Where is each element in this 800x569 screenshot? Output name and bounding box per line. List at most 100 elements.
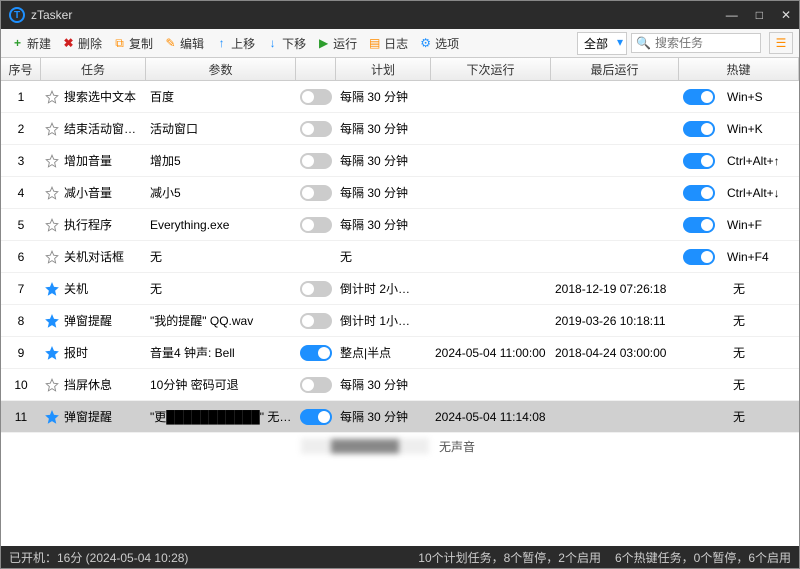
move-up-button[interactable]: ↑上移	[211, 33, 259, 54]
copy-icon: ⧉	[113, 37, 126, 50]
status-uptime: 已开机：16分 (2024-05-04 10:28)	[9, 549, 418, 566]
copy-button[interactable]: ⧉复制	[109, 33, 157, 54]
cell-hotkey: Win+F	[679, 217, 799, 233]
cell-index: 3	[1, 154, 41, 168]
cell-task: 关机	[41, 280, 146, 297]
filter-dropdown[interactable]: 全部	[577, 32, 627, 55]
run-button[interactable]: ▶运行	[313, 33, 361, 54]
new-button[interactable]: +新建	[7, 33, 55, 54]
table-row[interactable]: 7关机无倒计时 2小…2018-12-19 07:26:18无	[1, 273, 799, 305]
pencil-icon: ✎	[164, 37, 177, 50]
move-down-button[interactable]: ↓下移	[262, 33, 310, 54]
hotkey-toggle[interactable]	[683, 89, 715, 105]
star-icon[interactable]	[45, 154, 59, 168]
star-icon[interactable]	[45, 410, 59, 424]
cell-hotkey: Ctrl+Alt+↑	[679, 153, 799, 169]
minimize-button[interactable]: —	[726, 8, 738, 22]
search-icon: 🔍	[636, 36, 651, 50]
cell-index: 9	[1, 346, 41, 360]
search-input[interactable]	[655, 36, 756, 50]
cell-plan: 无	[336, 248, 431, 265]
star-icon[interactable]	[45, 186, 59, 200]
list-view-button[interactable]: ☰	[769, 32, 793, 54]
options-button[interactable]: ⚙选项	[415, 33, 463, 54]
cell-index: 5	[1, 218, 41, 232]
enable-toggle[interactable]	[300, 121, 332, 137]
cell-task: 弹窗提醒	[41, 312, 146, 329]
star-icon[interactable]	[45, 250, 59, 264]
log-icon: ▤	[368, 37, 381, 50]
detail-sound: 无声音	[439, 438, 475, 455]
table-row[interactable]: 4减小音量减小5每隔 30 分钟Ctrl+Alt+↓	[1, 177, 799, 209]
star-icon[interactable]	[45, 314, 59, 328]
cell-index: 8	[1, 314, 41, 328]
enable-toggle[interactable]	[300, 409, 332, 425]
cell-task: 增加音量	[41, 152, 146, 169]
enable-toggle[interactable]	[300, 153, 332, 169]
cell-index: 11	[1, 410, 41, 424]
enable-toggle[interactable]	[300, 313, 332, 329]
star-icon[interactable]	[45, 122, 59, 136]
star-icon[interactable]	[45, 346, 59, 360]
table-row[interactable]: 5执行程序Everything.exe每隔 30 分钟Win+F	[1, 209, 799, 241]
enable-toggle[interactable]	[300, 217, 332, 233]
enable-toggle[interactable]	[300, 345, 332, 361]
star-icon[interactable]	[45, 218, 59, 232]
log-button[interactable]: ▤日志	[364, 33, 412, 54]
cell-next: 2024-05-04 11:00:00	[431, 346, 551, 360]
header-last[interactable]: 最后运行	[551, 58, 679, 80]
hotkey-toggle[interactable]	[683, 217, 715, 233]
play-icon: ▶	[317, 37, 330, 50]
edit-button[interactable]: ✎编辑	[160, 33, 208, 54]
header-plan[interactable]: 计划	[336, 58, 431, 80]
enable-toggle[interactable]	[300, 89, 332, 105]
toolbar: +新建 ✖删除 ⧉复制 ✎编辑 ↑上移 ↓下移 ▶运行 ▤日志 ⚙选项 全部 🔍…	[1, 29, 799, 58]
cell-plan: 每隔 30 分钟	[336, 376, 431, 393]
table-row[interactable]: 1搜索选中文本百度每隔 30 分钟Win+S	[1, 81, 799, 113]
app-logo-icon: T	[9, 7, 25, 23]
header-task[interactable]: 任务	[41, 58, 146, 80]
hotkey-toggle[interactable]	[683, 249, 715, 265]
delete-button[interactable]: ✖删除	[58, 33, 106, 54]
cell-plan: 整点|半点	[336, 344, 431, 361]
cell-index: 2	[1, 122, 41, 136]
hotkey-toggle[interactable]	[683, 185, 715, 201]
table-row[interactable]: 10挡屏休息10分钟 密码可退每隔 30 分钟无	[1, 369, 799, 401]
table-row[interactable]: 9报时音量4 钟声: Bell整点|半点2024-05-04 11:00:002…	[1, 337, 799, 369]
cell-last: 2019-03-26 10:18:11	[551, 314, 679, 328]
enable-toggle[interactable]	[300, 281, 332, 297]
maximize-button[interactable]: □	[756, 8, 763, 22]
enable-toggle[interactable]	[300, 185, 332, 201]
close-button[interactable]: ✕	[781, 8, 791, 22]
header-toggle	[296, 58, 336, 80]
hotkey-toggle[interactable]	[683, 153, 715, 169]
table-row[interactable]: 2结束活动窗…活动窗口每隔 30 分钟Win+K	[1, 113, 799, 145]
table-row[interactable]: 8弹窗提醒"我的提醒" QQ.wav倒计时 1小…2019-03-26 10:1…	[1, 305, 799, 337]
search-box[interactable]: 🔍	[631, 33, 761, 53]
cell-hotkey: 无	[679, 344, 799, 361]
cell-param: 无	[146, 248, 296, 265]
header-next[interactable]: 下次运行	[431, 58, 551, 80]
star-icon[interactable]	[45, 90, 59, 104]
header-hotkey[interactable]: 热键	[679, 58, 799, 80]
cell-index: 1	[1, 90, 41, 104]
cell-plan: 每隔 30 分钟	[336, 184, 431, 201]
table-row[interactable]: 3增加音量增加5每隔 30 分钟Ctrl+Alt+↑	[1, 145, 799, 177]
table-row[interactable]: 6关机对话框无无Win+F4	[1, 241, 799, 273]
star-icon[interactable]	[45, 282, 59, 296]
cell-plan: 每隔 30 分钟	[336, 88, 431, 105]
cell-plan: 倒计时 1小…	[336, 312, 431, 329]
cell-hotkey: Win+S	[679, 89, 799, 105]
header-param[interactable]: 参数	[146, 58, 296, 80]
hotkey-toggle[interactable]	[683, 121, 715, 137]
star-icon[interactable]	[45, 378, 59, 392]
cell-index: 6	[1, 250, 41, 264]
plus-icon: +	[11, 37, 24, 50]
header-index[interactable]: 序号	[1, 58, 41, 80]
cell-hotkey: Ctrl+Alt+↓	[679, 185, 799, 201]
cell-task: 报时	[41, 344, 146, 361]
enable-toggle[interactable]	[300, 377, 332, 393]
status-bar: 已开机：16分 (2024-05-04 10:28) 10个计划任务，8个暂停，…	[1, 546, 799, 568]
table-row[interactable]: 11弹窗提醒"更███████████" 无…每隔 30 分钟2024-05-0…	[1, 401, 799, 433]
cell-param: 减小5	[146, 184, 296, 201]
